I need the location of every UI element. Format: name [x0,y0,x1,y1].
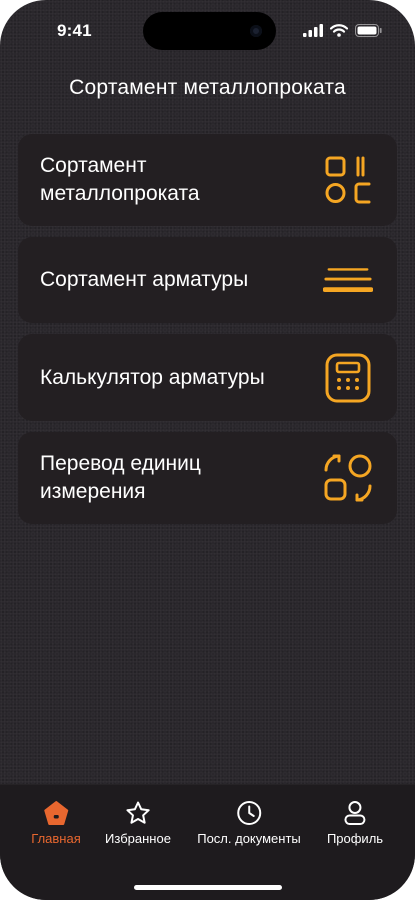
star-icon [126,801,150,824]
home-icon [43,801,68,825]
tab-label: Избранное [105,831,171,846]
tab-label: Главная [31,831,81,846]
menu-item-unit-conversion[interactable]: Перевод единиц измерения [18,432,397,524]
menu-item-metal-assortment[interactable]: Сортамент металлопроката [18,134,397,226]
tab-favorites[interactable]: Избранное [105,800,171,846]
status-bar: 9:41 [0,0,415,60]
menu-item-rebar-calculator[interactable]: Калькулятор арматуры [18,334,397,421]
tab-home[interactable]: Главная [31,800,81,846]
calculator-icon [323,353,373,403]
wifi-icon [330,24,348,37]
front-camera-icon [250,25,262,37]
tab-label: Профиль [326,831,384,846]
menu-item-label: Калькулятор арматуры [40,365,265,389]
home-indicator[interactable] [134,885,282,890]
grid-shapes-icon [323,155,373,205]
rebar-lines-icon [323,255,373,305]
status-time: 9:41 [57,21,92,40]
menu-item-label: Перевод единиц измерения [40,452,201,503]
phone-screen: 9:41 Сортамент металлопроката Сортамент … [0,0,415,900]
tab-label: Посл. документы [197,831,301,846]
user-icon [344,801,366,825]
page-title: Сортамент металлопроката [69,76,346,99]
menu-item-label: Сортамент металлопроката [40,154,200,205]
tab-bar: Главная Избранное Посл. документы Профил… [0,784,415,900]
clock-icon [237,801,261,825]
menu-item-label: Сортамент арматуры [40,268,249,291]
tab-profile[interactable]: Профиль [327,800,383,846]
tab-recent-documents[interactable]: Посл. документы [197,800,301,846]
cellular-signal-icon [303,24,323,37]
battery-icon [355,24,382,37]
status-icons [303,24,382,37]
menu-item-rebar-assortment[interactable]: Сортамент арматуры [18,237,397,323]
unit-convert-icon [323,453,373,503]
